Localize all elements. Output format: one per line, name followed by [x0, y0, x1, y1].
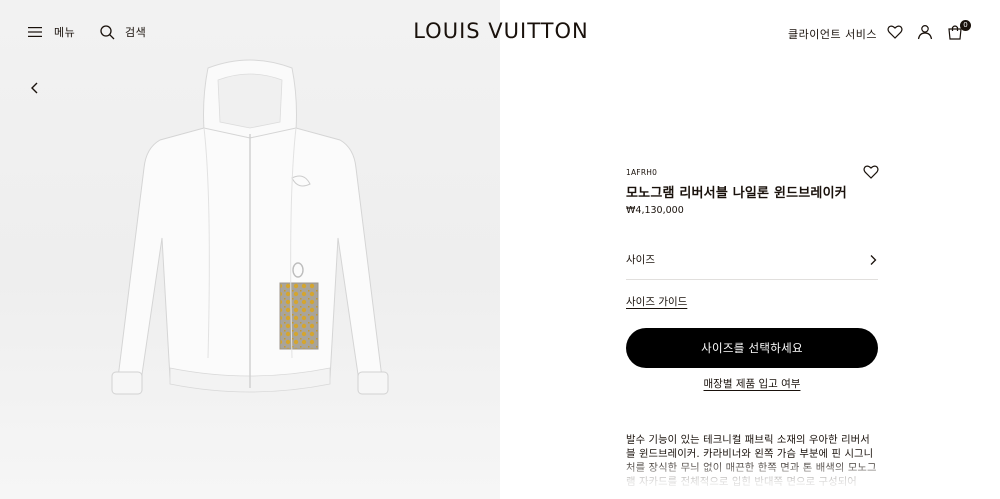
client-services-link[interactable]: 클라이언트 서비스: [788, 26, 877, 42]
chevron-left-icon[interactable]: [28, 80, 42, 96]
search-label: 검색: [125, 26, 147, 39]
search-icon: [100, 24, 115, 39]
add-to-wishlist-heart-icon[interactable]: [863, 164, 879, 180]
cart-count-badge: 0: [960, 20, 971, 31]
product-image: [111, 59, 389, 395]
product-description: 발수 기능이 있는 테크니컬 패브릭 소재의 우아한 리버서블 윈드브레이커. …: [626, 434, 877, 488]
account-icon[interactable]: [917, 24, 933, 40]
size-selector[interactable]: 사이즈: [626, 240, 878, 280]
store-availability-link[interactable]: 매장별 제품 입고 여부: [626, 376, 878, 391]
hamburger-icon: [28, 27, 42, 37]
product-image-panel: [0, 0, 500, 499]
product-reference: 1AFRH0: [626, 168, 658, 177]
size-guide-link[interactable]: 사이즈 가이드: [626, 294, 687, 309]
site-header: 메뉴 검색 LOUIS VUITTON 클라이언트 서비스 0: [0, 0, 1000, 66]
product-price: ₩4,130,000: [626, 205, 684, 216]
menu-label: 메뉴: [54, 26, 76, 39]
menu-button[interactable]: 메뉴: [28, 24, 75, 40]
product-title: 모노그램 리버서블 나일론 윈드브레이커: [626, 186, 847, 201]
size-label: 사이즈: [626, 254, 655, 266]
select-size-button[interactable]: 사이즈를 선택하세요: [626, 328, 878, 368]
wishlist-heart-icon[interactable]: [887, 24, 903, 40]
chevron-right-icon: [870, 254, 877, 265]
brand-logo[interactable]: LOUIS VUITTON: [406, 19, 596, 49]
search-button[interactable]: 검색: [100, 24, 146, 40]
